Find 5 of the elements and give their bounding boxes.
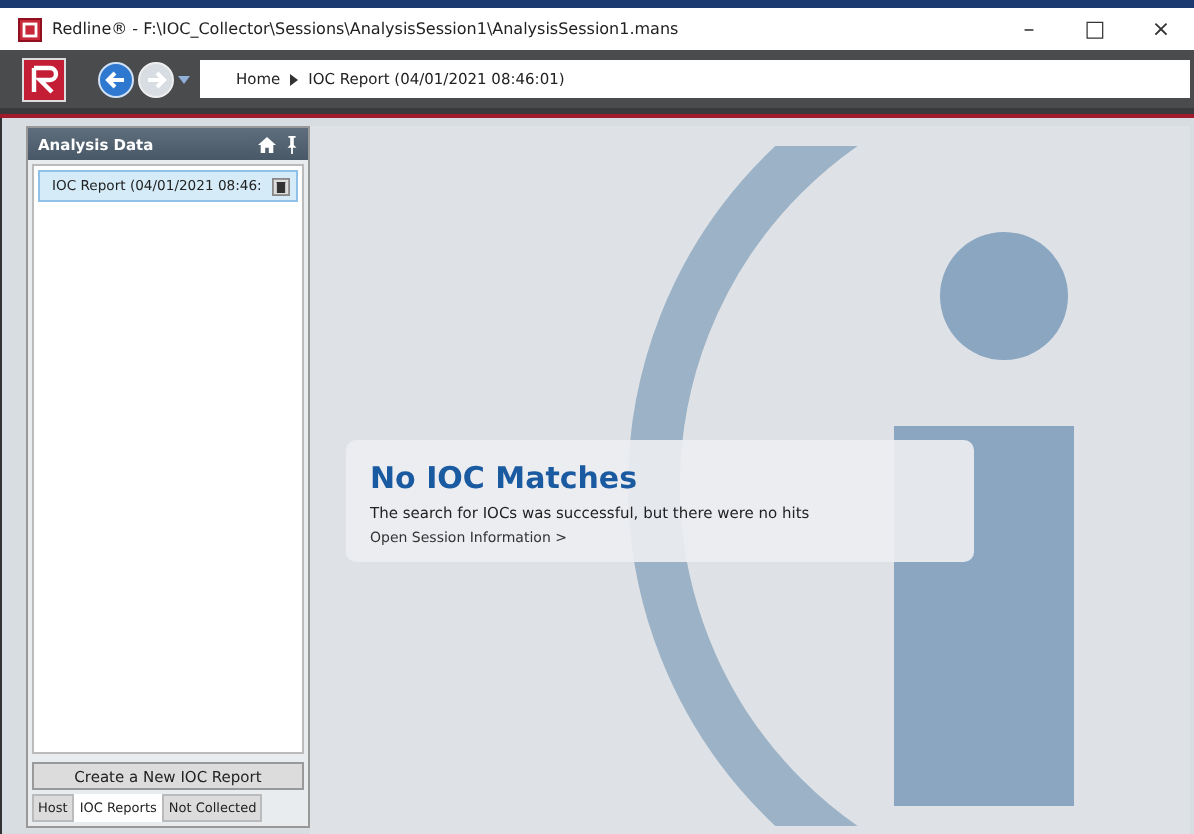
message-title: No IOC Matches xyxy=(370,459,638,495)
window-control-button[interactable]: × xyxy=(1128,16,1194,42)
window-control-button[interactable]: □ xyxy=(1062,16,1128,42)
window-title: Redline® - F:\IOC_Collector\Sessions\AnalysisSession1\AnalysisSession1.mans xyxy=(52,20,681,38)
window-control-button[interactable]: – xyxy=(996,16,1062,42)
